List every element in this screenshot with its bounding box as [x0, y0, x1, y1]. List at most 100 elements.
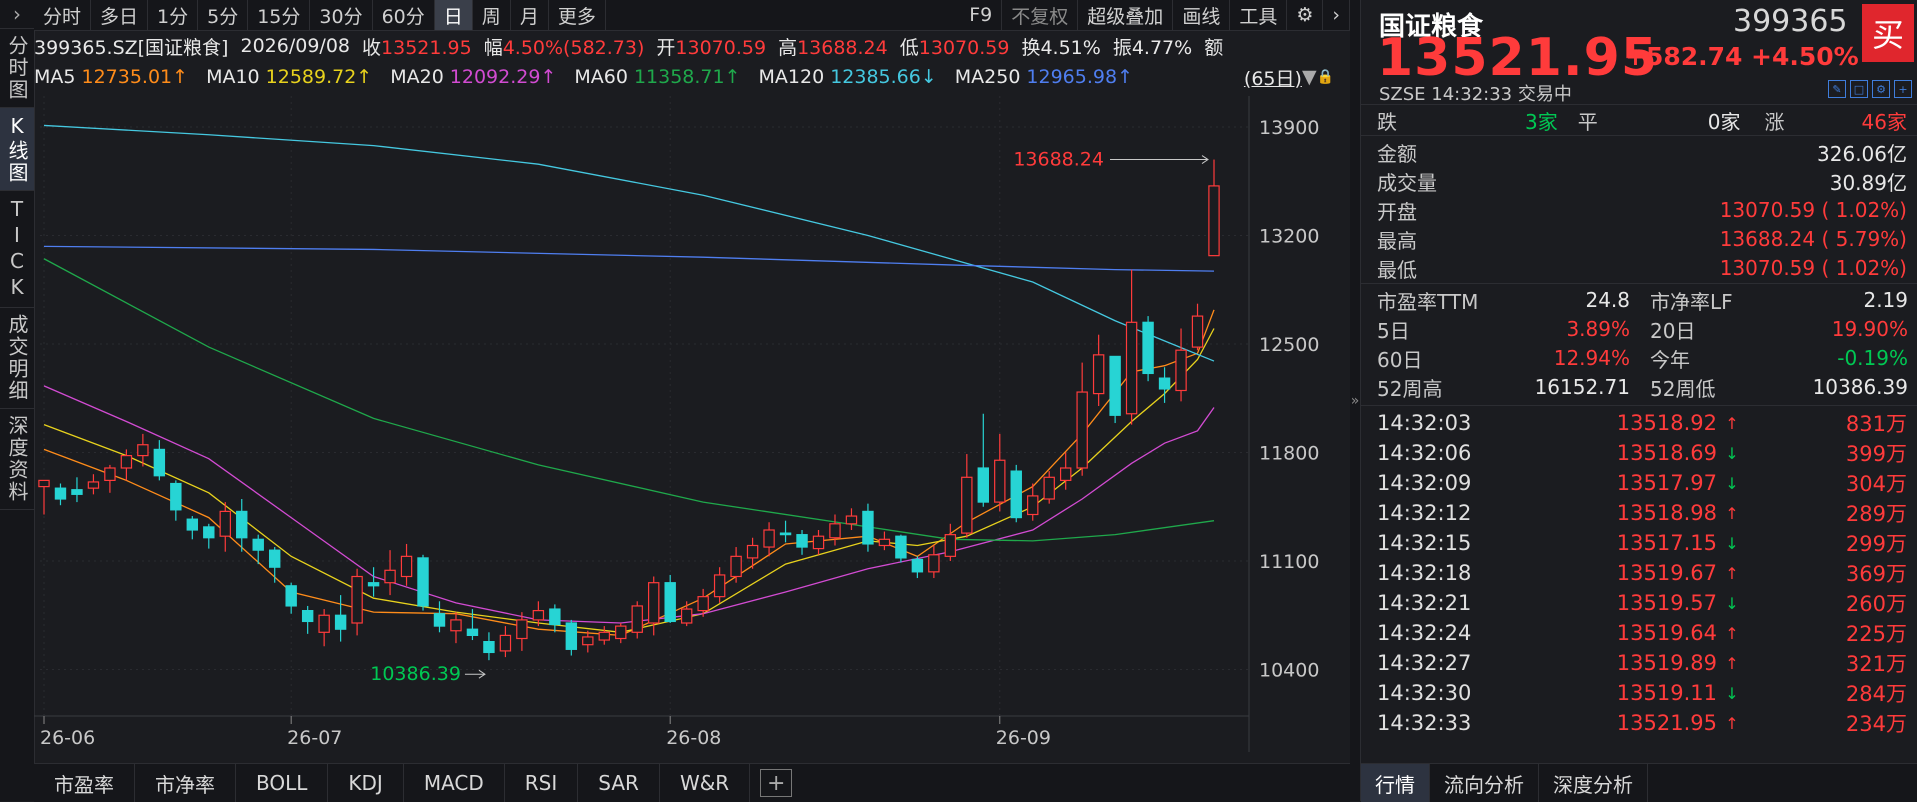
- period-tab-2[interactable]: 1分: [148, 0, 199, 30]
- tick-row: 14:32:03 13518.92 ↑ 831万: [1377, 408, 1907, 438]
- left-tab-3[interactable]: 成交明细: [0, 308, 34, 409]
- ma-line-ma5: [43, 309, 1215, 637]
- period-days[interactable]: (65日): [1244, 64, 1302, 91]
- collapse-left-icon[interactable]: ›: [0, 0, 34, 29]
- indicator-tab-3[interactable]: KDJ: [328, 764, 404, 802]
- period-tab-7[interactable]: 日: [434, 0, 473, 30]
- arrow-down-icon: ↓: [1725, 683, 1739, 703]
- period-tab-10[interactable]: 更多: [549, 0, 606, 30]
- index-code: 399365: [1733, 4, 1848, 39]
- candle-up: [1076, 391, 1088, 469]
- ma-legend: MA5 12735.01↑ MA10 12589.72↑ MA20 12092.29↑ MA…: [34, 62, 1350, 92]
- tick-time: 14:32:09: [1377, 471, 1472, 495]
- period-tab-9[interactable]: 月: [511, 0, 549, 30]
- tick-volume: 304万: [1845, 472, 1907, 496]
- divider: [1361, 283, 1917, 284]
- toolbar-tool-1[interactable]: 不复权: [1002, 0, 1079, 30]
- panel-tab-2[interactable]: 深度分析: [1539, 764, 1648, 802]
- panel-tab-0[interactable]: 行情: [1361, 764, 1430, 802]
- min-price-label: 10386.39: [370, 663, 461, 685]
- stat-value: 30.89亿: [1829, 170, 1907, 195]
- candle-up: [38, 479, 50, 488]
- candle-up: [1059, 467, 1072, 481]
- valuation-label: 市盈率TTM: [1377, 289, 1479, 314]
- indicator-tab-2[interactable]: BOLL: [236, 764, 329, 802]
- ma-value: 12385.66↓: [830, 66, 937, 88]
- period-tab-0[interactable]: 分时: [34, 0, 92, 30]
- tick-price: 13521.95: [1616, 711, 1717, 735]
- lock-icon[interactable]: 🔒: [1317, 69, 1334, 85]
- tick-price: 13519.89: [1616, 651, 1717, 675]
- period-tab-6[interactable]: 60分: [373, 0, 435, 30]
- left-tab-2[interactable]: TICK: [0, 191, 34, 308]
- period-tab-1[interactable]: 多日: [91, 0, 149, 30]
- open-value: 13070.59: [675, 36, 767, 59]
- buy-button[interactable]: 买: [1862, 4, 1914, 62]
- tick-volume: 289万: [1845, 502, 1907, 526]
- toolbar-tool-3[interactable]: 画线: [1173, 0, 1231, 30]
- toolbar-tool-4[interactable]: 工具: [1230, 0, 1288, 30]
- left-tab-4[interactable]: 深度资料: [0, 409, 34, 510]
- arrow-up-icon: ↑: [1725, 623, 1739, 643]
- dropdown-triangle-icon[interactable]: ▼: [1302, 66, 1317, 88]
- stat-row: 最低 13070.59 ( 1.02%): [1377, 254, 1907, 282]
- window-icon[interactable]: □: [1850, 80, 1868, 98]
- period-tab-4[interactable]: 15分: [248, 0, 311, 30]
- panel-tab-1[interactable]: 流向分析: [1430, 764, 1539, 802]
- x-tick-label: 26-07: [287, 727, 342, 749]
- chevron-right-icon[interactable]: ›: [1323, 0, 1350, 30]
- indicator-tab-4[interactable]: MACD: [404, 764, 505, 802]
- candle-up: [713, 574, 726, 598]
- indicator-tab-7[interactable]: W&R: [660, 764, 751, 802]
- period-tab-3[interactable]: 5分: [198, 0, 249, 30]
- tick-volume: 399万: [1845, 442, 1907, 466]
- candle-down: [334, 614, 347, 630]
- settings-icon[interactable]: ⚙: [1872, 80, 1890, 98]
- toolbar-tool-2[interactable]: 超级叠加: [1078, 0, 1174, 30]
- tick-price: 13519.11: [1616, 681, 1717, 705]
- candle-up: [1208, 185, 1220, 257]
- panel-toggle-icon[interactable]: »: [1350, 0, 1360, 801]
- left-tab-bar: › 分时图 K线图 TICK 成交明细 深度资料: [0, 0, 35, 801]
- valuation-value: 3.89%: [1566, 317, 1630, 341]
- toolbar-tool-0[interactable]: F9: [960, 0, 1003, 30]
- amplitude-label: 振: [1112, 36, 1132, 59]
- candle-up: [1092, 354, 1105, 395]
- kline-chart[interactable]: 13900 13200 12500 11800 11100 10400 26-06 26-07…: [34, 96, 1350, 756]
- left-tab-1[interactable]: K线图: [0, 108, 34, 191]
- left-tab-0[interactable]: 分时图: [0, 29, 34, 108]
- tick-time: 14:32:30: [1377, 681, 1472, 705]
- edit-icon[interactable]: ✎: [1828, 80, 1846, 98]
- indicator-tab-0[interactable]: 市盈率: [34, 764, 135, 802]
- candle-up: [697, 596, 709, 612]
- candle-down: [417, 557, 429, 607]
- high-value: 13688.24: [797, 36, 888, 59]
- tick-price: 13519.67: [1616, 561, 1717, 585]
- open-label: 开: [656, 36, 676, 59]
- stat-row: 金额 326.06亿: [1377, 138, 1907, 166]
- valuation-label: 市净率LF: [1650, 289, 1733, 314]
- candle-up: [994, 459, 1006, 503]
- indicator-tab-1[interactable]: 市净率: [135, 764, 236, 802]
- indicator-tabs: 市盈率 市净率 BOLL KDJ MACD RSI SAR W&R +: [34, 763, 1350, 802]
- period-tab-8[interactable]: 周: [473, 0, 511, 30]
- period-tab-5[interactable]: 30分: [310, 0, 373, 30]
- indicator-tab-5[interactable]: RSI: [505, 764, 579, 802]
- candle-up: [499, 634, 512, 652]
- turnover-value: 4.51%: [1040, 36, 1101, 59]
- gear-icon[interactable]: ⚙: [1287, 0, 1324, 30]
- arrow-down-icon: ↓: [1725, 473, 1739, 493]
- tick-price: 13518.69: [1616, 441, 1717, 465]
- add-indicator-icon[interactable]: +: [760, 769, 793, 797]
- add-icon[interactable]: +: [1894, 80, 1912, 98]
- indicator-tab-6[interactable]: SAR: [578, 764, 660, 802]
- candle-down: [1142, 321, 1154, 375]
- candle-down: [170, 482, 182, 511]
- up-count: 46家: [1861, 109, 1907, 134]
- arrow-down-icon: ↓: [1725, 443, 1739, 463]
- candle-down: [977, 467, 990, 503]
- candle-up: [400, 555, 413, 578]
- kline-chart-svg[interactable]: 13900 13200 12500 11800 11100 10400 26-06 26-07…: [34, 96, 1350, 756]
- tick-time: 14:32:18: [1377, 561, 1472, 585]
- ma-legend-item: MA60 11358.71↑: [574, 66, 740, 88]
